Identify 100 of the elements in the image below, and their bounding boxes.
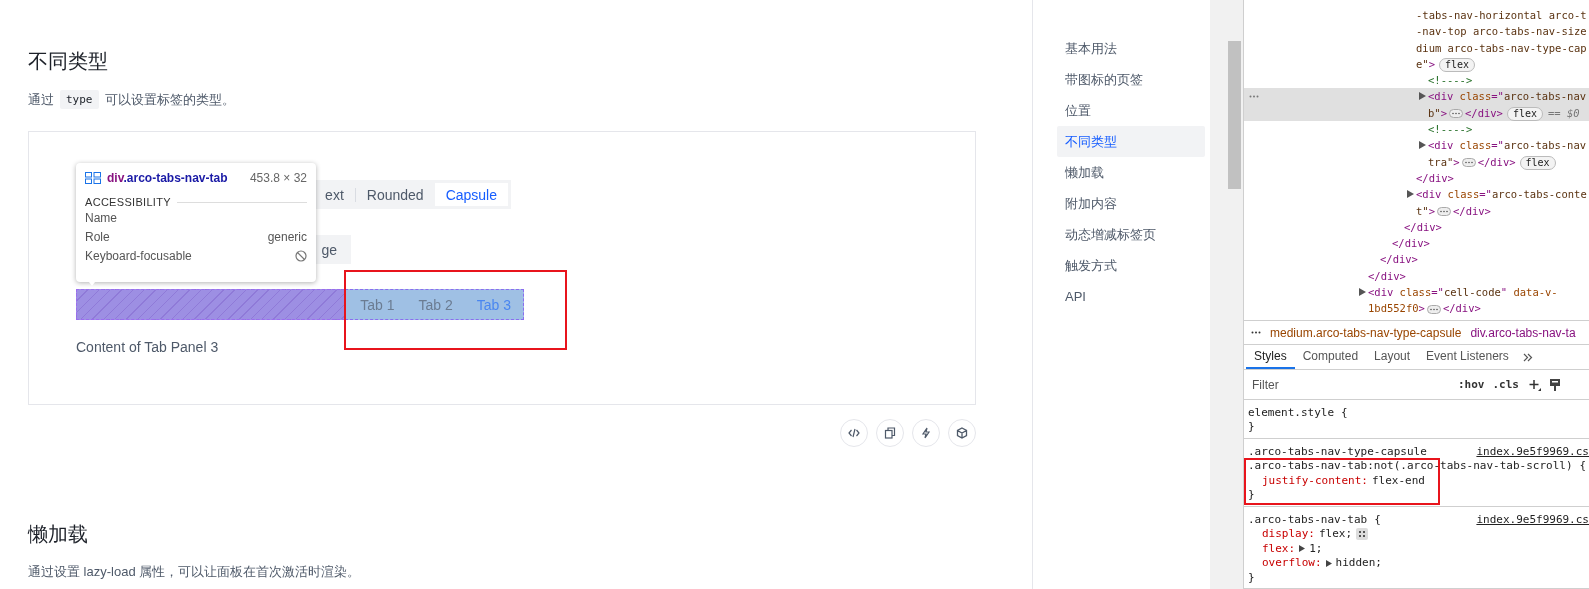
dom-line[interactable]: <!----> — [1244, 121, 1589, 138]
toc-item[interactable]: 懒加载 — [1057, 157, 1205, 188]
dom-text: </div> — [1477, 155, 1516, 168]
dom-text: <div — [1428, 139, 1455, 152]
panel-tab[interactable]: Styles — [1246, 345, 1295, 370]
toc-item[interactable]: 基本用法 — [1057, 33, 1205, 64]
dom-line[interactable]: <div class="arco-tabs-nav — [1244, 137, 1589, 154]
toc-item[interactable]: 触发方式 — [1057, 250, 1205, 281]
dom-line[interactable]: </div> — [1244, 251, 1589, 268]
breadcrumb-item[interactable]: div.arco-tabs-nav-ta — [1470, 325, 1576, 340]
breadcrumb-item[interactable]: medium.arco-tabs-nav-type-capsule — [1270, 325, 1462, 340]
dom-text: class — [1447, 188, 1480, 201]
caret-right-icon[interactable] — [1419, 92, 1426, 101]
dom-text: e" — [1416, 57, 1429, 70]
dom-line[interactable]: </div> — [1244, 218, 1589, 236]
css-brace: } — [1248, 570, 1255, 585]
tab[interactable]: Rounded — [355, 183, 435, 206]
dom-line[interactable]: -nav-top arco-tabs-nav-size — [1244, 23, 1589, 40]
dom-text: =" — [1491, 139, 1504, 152]
dom-text: =" — [1491, 90, 1504, 103]
section-title: 懒加载 — [28, 522, 89, 547]
tab-panel-content: Content of Tab Panel 3 — [76, 339, 220, 355]
dom-line[interactable]: <!----> — [1244, 72, 1589, 89]
ellipsis-icon[interactable] — [1437, 207, 1451, 217]
element-size: 453.8 × 32 — [249, 171, 307, 185]
caret-right-icon[interactable] — [1419, 141, 1426, 150]
caret-right-icon[interactable] — [1359, 288, 1366, 297]
toggle-button[interactable]: .cls — [1492, 378, 1519, 392]
source-link[interactable]: index.9e5f9969.cs — [1476, 444, 1589, 459]
dom-line[interactable]: <div class="arco-tabs-conte — [1244, 186, 1589, 203]
lightning-button[interactable] — [912, 419, 940, 447]
dom-line[interactable]: 1bd552f0> </div> — [1244, 300, 1589, 317]
tab[interactable]: ext — [314, 183, 355, 206]
dom-text: </div> — [1404, 220, 1442, 233]
dom-text: t" — [1416, 204, 1429, 217]
code-button[interactable] — [840, 419, 868, 447]
css-brace: } — [1248, 420, 1255, 435]
description-text: 通过 — [28, 90, 54, 109]
tab[interactable]: Capsule — [434, 183, 508, 206]
toc-item[interactable]: 位置 — [1057, 95, 1205, 126]
grid-editor-icon[interactable] — [1356, 528, 1369, 541]
toc-item[interactable]: 动态增减标签页 — [1057, 219, 1205, 250]
scrollbar-thumb[interactable] — [1228, 41, 1241, 189]
copy-button[interactable] — [876, 419, 904, 447]
dom-text: </div> — [1442, 302, 1481, 315]
dom-text: <div — [1368, 286, 1395, 299]
sandbox-button[interactable] — [948, 419, 976, 447]
ellipsis-icon[interactable] — [1426, 304, 1441, 314]
dom-text: class — [1399, 286, 1432, 299]
property-name: Keyboard-focusable — [85, 248, 192, 263]
dom-line[interactable]: tra"> </div> flex — [1244, 153, 1589, 170]
section-label: ACCESSIBILITY — [85, 196, 171, 208]
dom-line[interactable]: e"> flex — [1244, 55, 1589, 73]
expand-icon[interactable] — [1325, 559, 1332, 567]
panel-tab[interactable]: Layout — [1366, 345, 1419, 370]
toc-item[interactable]: 附加内容 — [1057, 188, 1205, 219]
toc-item[interactable]: 不同类型 — [1057, 126, 1205, 157]
flex-badge[interactable]: flex — [1506, 106, 1543, 121]
toggle-button[interactable]: :hov — [1458, 378, 1485, 392]
dom-line[interactable]: <div class="cell-code" data-v- — [1244, 284, 1589, 301]
dom-line[interactable]: </div> — [1244, 235, 1589, 252]
flex-badge[interactable]: flex — [1519, 155, 1556, 170]
plus-icon[interactable] — [1527, 377, 1541, 392]
dom-text: class — [1459, 139, 1492, 152]
more-icon[interactable] — [1249, 95, 1259, 99]
grid-icon — [85, 172, 101, 184]
description-text: 通过设置 lazy-load 属性，可以让面板在首次激活时渲染。 — [28, 563, 362, 581]
caret-right-icon[interactable] — [1407, 190, 1414, 199]
css-selector: .arco-tabs-nav-tab — [1248, 512, 1368, 527]
dom-line[interactable]: -tabs-nav-horizontal arco-t — [1244, 7, 1589, 24]
dom-text: tra" — [1428, 155, 1454, 168]
inline-code: type — [60, 90, 99, 109]
dom-line[interactable]: </div> — [1244, 267, 1589, 285]
flex-badge[interactable]: flex — [1439, 57, 1476, 72]
dom-line[interactable]: </div> — [1244, 169, 1589, 187]
chevrons-right-icon[interactable] — [1522, 353, 1533, 363]
panel-tab[interactable]: Computed — [1294, 345, 1367, 370]
css-value: flex; — [1319, 527, 1353, 542]
dom-text: " — [1500, 286, 1509, 299]
toc-item[interactable]: API — [1057, 281, 1205, 312]
copy-icon — [884, 427, 896, 439]
dom-text: cell-code — [1443, 286, 1501, 299]
panel-tab[interactable]: Event Listeners — [1418, 345, 1517, 370]
cube-icon — [956, 427, 968, 439]
toc-item[interactable]: 带图标的页签 — [1057, 64, 1205, 95]
source-link[interactable]: index.9e5f9969.cs — [1476, 512, 1589, 527]
dom-text: =" — [1479, 188, 1492, 201]
section-title: 不同类型 — [28, 49, 109, 74]
dom-text: > — [1428, 204, 1435, 217]
css-property: flex: — [1262, 541, 1296, 556]
paint-icon[interactable] — [1549, 377, 1561, 392]
dom-text: <div — [1428, 90, 1455, 103]
dom-line[interactable]: t"> </div> — [1244, 202, 1589, 219]
css-property: display: — [1262, 527, 1315, 542]
dom-text: 1bd552f0 — [1368, 302, 1419, 315]
expand-icon[interactable] — [1299, 545, 1306, 553]
ellipsis-icon[interactable] — [1449, 109, 1463, 119]
dom-line[interactable]: dium arco-tabs-nav-type-cap — [1244, 39, 1589, 56]
dom-text: </div> — [1453, 204, 1491, 217]
ellipsis-icon[interactable] — [1461, 158, 1476, 168]
